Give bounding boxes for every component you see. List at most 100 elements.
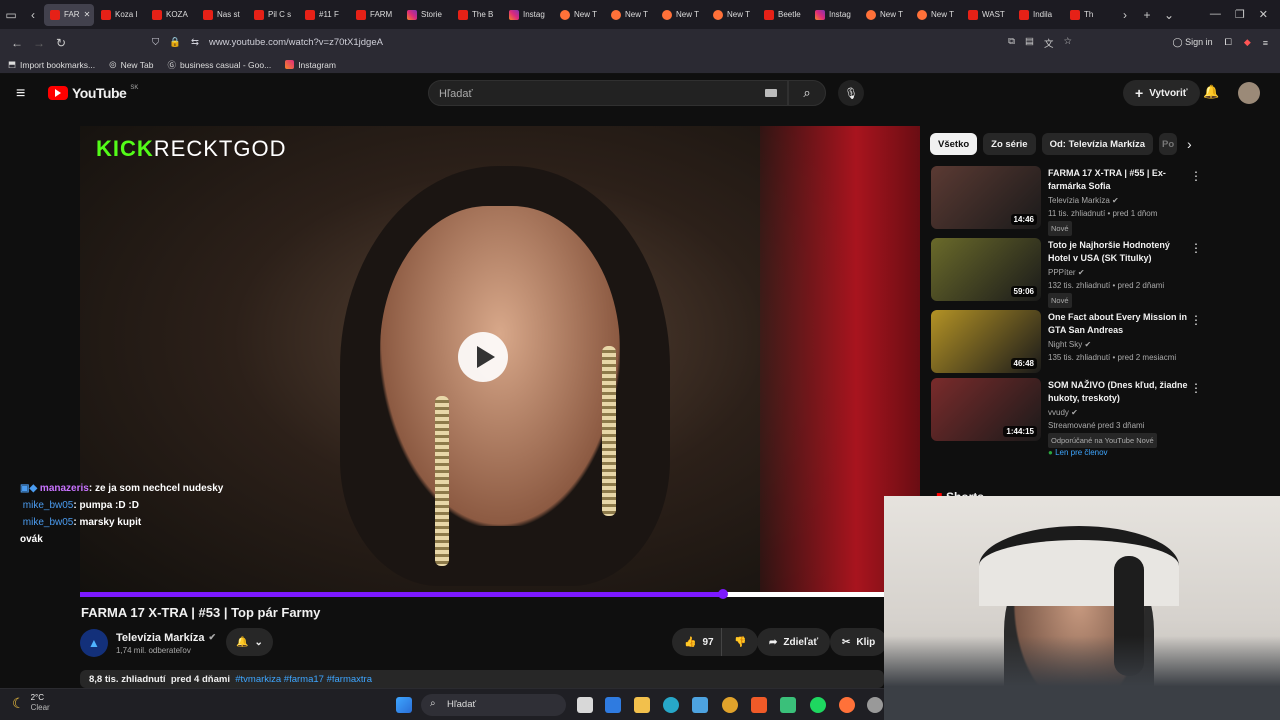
menu-icon[interactable]: ≡: [1263, 38, 1268, 48]
browser-tab[interactable]: Indila: [1013, 4, 1063, 26]
browser-tab[interactable]: Beetle: [758, 4, 808, 26]
video-thumbnail[interactable]: 46:48: [931, 310, 1041, 373]
more-options-icon[interactable]: ⋮: [1190, 169, 1202, 183]
edge-icon[interactable]: [663, 697, 679, 713]
rec-title[interactable]: Toto je Najhoršie Hodnotený Hotel v USA …: [1048, 239, 1188, 265]
rec-title[interactable]: SOM NAŽIVO (Dnes kľud, žiadne hukoty, tr…: [1048, 379, 1188, 405]
browser-tab[interactable]: New T: [707, 4, 757, 26]
progress-scrubber[interactable]: [718, 589, 729, 599]
maximize-icon[interactable]: ❐: [1235, 8, 1245, 21]
chip-from-channel[interactable]: Od: Televízia Markíza: [1041, 133, 1153, 155]
bookmark-instagram[interactable]: Instagram: [285, 60, 336, 70]
rec-channel[interactable]: Night Sky ✔: [1048, 338, 1091, 351]
share-button[interactable]: ➦ Zdieľať: [757, 628, 831, 656]
chip-all[interactable]: Všetko: [930, 133, 978, 155]
bookmark-import[interactable]: ⬒ Import bookmarks...: [8, 59, 95, 70]
extensions-icon[interactable]: ⧠: [1225, 37, 1232, 48]
browser-tab[interactable]: Pil C s: [248, 4, 298, 26]
voice-search-button[interactable]: 🎙: [838, 80, 864, 106]
more-options-icon[interactable]: ⋮: [1190, 313, 1202, 327]
back-icon[interactable]: ←: [6, 32, 28, 54]
rec-channel[interactable]: Televízia Markíza ✔: [1048, 194, 1119, 207]
rec-title[interactable]: One Fact about Every Mission in GTA San …: [1048, 311, 1188, 337]
like-button[interactable]: 👍 97: [672, 628, 726, 656]
video-thumbnail[interactable]: 14:46: [931, 166, 1041, 229]
firefox-icon[interactable]: [839, 697, 855, 713]
bookmark-google[interactable]: Ⓖ business casual - Goo...: [167, 59, 271, 71]
browser-tab[interactable]: Instag: [809, 4, 859, 26]
play-button[interactable]: [458, 332, 508, 382]
video-thumbnail[interactable]: 1:44:15: [931, 378, 1041, 441]
addon-icon[interactable]: ◆: [1244, 37, 1251, 48]
channel-avatar[interactable]: ▲: [80, 629, 108, 657]
youtube-logo[interactable]: YouTube SK: [48, 85, 138, 101]
browser-tab[interactable]: New T: [911, 4, 961, 26]
file-explorer-icon[interactable]: [634, 697, 650, 713]
notepad-icon[interactable]: [780, 697, 796, 713]
browser-tab[interactable]: #11 F: [299, 4, 349, 26]
tab-scroll-left-icon[interactable]: ‹: [22, 4, 44, 26]
user-avatar[interactable]: [1238, 82, 1260, 104]
notifications-bell-icon[interactable]: 🔔: [1203, 84, 1219, 100]
translate-icon[interactable]: 文: [1044, 36, 1054, 50]
reader-view-icon[interactable]: ▤: [1025, 36, 1034, 50]
channel-name[interactable]: Televízia Markíza: [116, 632, 204, 644]
forward-icon[interactable]: →: [28, 32, 50, 54]
video-thumbnail[interactable]: 59:06: [931, 238, 1041, 301]
browser-tab[interactable]: Koza l: [95, 4, 145, 26]
chrome-icon[interactable]: [722, 697, 738, 713]
picture-in-picture-icon[interactable]: ⧉: [1008, 36, 1015, 50]
browser-tab[interactable]: New T: [554, 4, 604, 26]
recommended-video[interactable]: 1:44:15 SOM NAŽIVO (Dnes kľud, žiadne huk…: [931, 378, 1202, 457]
address-bar[interactable]: ⛉ 🔒 ⇆ www.youtube.com/watch?v=z70tX1jdge…: [152, 32, 1072, 53]
close-window-icon[interactable]: ✕: [1259, 8, 1268, 21]
brave-icon[interactable]: [751, 697, 767, 713]
start-button-icon[interactable]: [396, 697, 412, 713]
browser-tab[interactable]: FARM: [350, 4, 400, 26]
taskbar-search[interactable]: ⌕ Hľadať: [421, 694, 566, 716]
weather-widget[interactable]: ☾ 2°C Clear: [12, 693, 50, 713]
more-options-icon[interactable]: ⋮: [1190, 381, 1202, 395]
recommended-video[interactable]: 59:06 Toto je Najhoršie Hodnotený Hotel v…: [931, 238, 1202, 308]
more-options-icon[interactable]: ⋮: [1190, 241, 1202, 255]
rec-channel[interactable]: PPPíter ✔: [1048, 266, 1085, 279]
browser-tab[interactable]: WAST: [962, 4, 1012, 26]
photos-icon[interactable]: [692, 697, 708, 713]
search-button[interactable]: ⌕: [788, 80, 826, 106]
search-input[interactable]: Hľadať: [428, 80, 788, 106]
browser-tab[interactable]: Storie: [401, 4, 451, 26]
hamburger-menu-icon[interactable]: ≡: [16, 85, 25, 103]
browser-tab[interactable]: Instag: [503, 4, 553, 26]
sign-in-button[interactable]: ◯ Sign in: [1173, 37, 1213, 48]
new-tab-icon[interactable]: +: [1136, 4, 1158, 26]
tab-list-chevron-icon[interactable]: ⌄: [1158, 4, 1180, 26]
spotify-icon[interactable]: [810, 697, 826, 713]
chip-more[interactable]: Po: [1158, 133, 1177, 155]
bookmark-new-tab[interactable]: ◎ New Tab: [109, 59, 153, 70]
clip-button[interactable]: ✂ Klip: [830, 628, 888, 656]
recommended-video[interactable]: 14:46 FARMA 17 X-TRA | #55 | Ex-farmárka …: [931, 166, 1202, 236]
browser-tab[interactable]: New T: [860, 4, 910, 26]
keyboard-icon[interactable]: [765, 89, 777, 97]
tab-close-icon[interactable]: ✕: [84, 10, 91, 19]
chip-series[interactable]: Zo série: [983, 133, 1036, 155]
browser-tab[interactable]: The B: [452, 4, 502, 26]
dislike-button[interactable]: 👎: [721, 628, 759, 656]
shield-icon[interactable]: ⛉: [152, 37, 159, 48]
browser-tab[interactable]: New T: [656, 4, 706, 26]
browser-tab[interactable]: KOZA: [146, 4, 196, 26]
browser-tab[interactable]: Nas st: [197, 4, 247, 26]
task-view-icon[interactable]: [577, 697, 593, 713]
rec-title[interactable]: FARMA 17 X-TRA | #55 | Ex-farmárka Sofia: [1048, 167, 1188, 193]
minimize-icon[interactable]: —: [1210, 8, 1221, 21]
subscribe-bell-button[interactable]: 🔔 ⌄: [226, 628, 273, 656]
browser-tab[interactable]: Th: [1064, 4, 1114, 26]
browser-tab[interactable]: FAR ✕: [44, 3, 94, 26]
tab-overview-icon[interactable]: ▭: [0, 4, 22, 26]
recommended-video[interactable]: 46:48 One Fact about Every Mission in GTA…: [931, 310, 1202, 374]
reload-icon[interactable]: ↻: [50, 32, 72, 54]
bookmark-star-icon[interactable]: ☆: [1063, 36, 1072, 50]
create-button[interactable]: + Vytvoriť: [1123, 80, 1200, 106]
url-text[interactable]: www.youtube.com/watch?v=z70tX1jdgeA: [209, 37, 383, 48]
description-box[interactable]: 8,8 tis. zhliadnutí pred 4 dňami #tvmark…: [80, 670, 884, 688]
